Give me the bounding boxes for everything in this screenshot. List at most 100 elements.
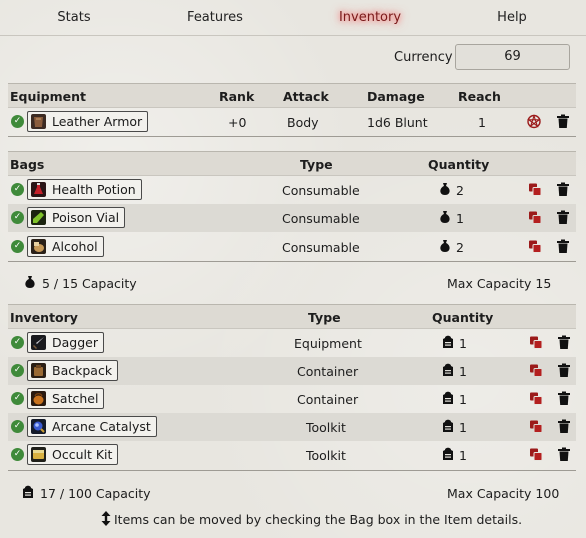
trash-icon[interactable] (556, 182, 570, 197)
trash-icon[interactable] (556, 210, 570, 225)
trash-icon[interactable] (556, 239, 570, 254)
copy-icon[interactable] (529, 363, 543, 378)
inventory-header-quantity: Quantity (432, 310, 494, 325)
trash-icon[interactable] (556, 114, 570, 129)
bag-row: ✓ Alcohol Consumable 2 (8, 233, 576, 261)
copy-icon[interactable] (528, 239, 542, 254)
dagger-icon (31, 335, 46, 350)
health-potion-icon (31, 182, 46, 197)
trash-icon[interactable] (557, 419, 571, 434)
item-type: Toolkit (306, 420, 346, 435)
equipped-check-icon[interactable]: ✓ (11, 115, 24, 128)
divider (8, 470, 576, 471)
divider (8, 136, 576, 137)
item-type: Container (297, 364, 359, 379)
inventory-header-name: Inventory (10, 310, 78, 325)
bags-header: Bags Type Quantity (8, 151, 576, 176)
equipped-check-icon[interactable]: ✓ (11, 240, 24, 253)
equipped-check-icon[interactable]: ✓ (11, 336, 24, 349)
trash-icon[interactable] (557, 391, 571, 406)
inventory-header-type: Type (308, 310, 341, 325)
bags-header-name: Bags (10, 157, 45, 172)
currency-label: Currency (394, 50, 453, 65)
trash-icon[interactable] (557, 335, 571, 350)
equipped-check-icon[interactable]: ✓ (11, 420, 24, 433)
equipment-row: ✓ Leather Armor +0 Body 1d6 Blunt 1 (8, 108, 576, 136)
item-type: Toolkit (306, 448, 346, 463)
item-poison-vial[interactable]: Poison Vial (27, 207, 126, 228)
item-backpack[interactable]: Backpack (27, 360, 119, 381)
backpack-icon (443, 419, 453, 432)
item-damage: 1d6 Blunt (367, 115, 428, 130)
item-leather-armor[interactable]: Leather Armor (27, 111, 149, 132)
equipped-check-icon[interactable]: ✓ (11, 448, 24, 461)
item-type: Consumable (282, 183, 360, 198)
tab-stats[interactable]: Stats (40, 9, 108, 27)
vertical-arrows-icon (101, 511, 111, 526)
tab-inventory[interactable]: Inventory (330, 9, 410, 27)
item-attack: Body (287, 115, 319, 130)
equipment-header-name: Equipment (10, 89, 86, 104)
bags-header-type: Type (300, 157, 333, 172)
inventory-capacity-text: 17 / 100 Capacity (40, 486, 151, 501)
pouch-icon (440, 183, 450, 195)
trash-icon[interactable] (557, 363, 571, 378)
equipment-header-damage: Damage (367, 89, 425, 104)
divider (8, 261, 576, 262)
backpack-item-icon (31, 363, 46, 378)
backpack-icon (443, 335, 453, 348)
equipped-check-icon[interactable]: ✓ (11, 211, 24, 224)
copy-icon[interactable] (529, 335, 543, 350)
item-name: Occult Kit (52, 447, 113, 462)
inventory-capacity: 17 / 100 Capacity (22, 485, 242, 501)
item-quantity: 1 (459, 364, 467, 379)
item-name: Alcohol (52, 239, 98, 254)
arcane-catalyst-icon (31, 419, 46, 434)
pentagram-icon[interactable] (527, 114, 541, 129)
item-quantity: 2 (456, 183, 464, 198)
item-quantity: 1 (459, 392, 467, 407)
item-type: Equipment (294, 336, 362, 351)
equipment-header-attack: Attack (283, 89, 329, 104)
item-arcane-catalyst[interactable]: Arcane Catalyst (27, 416, 157, 437)
copy-icon[interactable] (529, 419, 543, 434)
equipped-check-icon[interactable]: ✓ (11, 392, 24, 405)
copy-icon[interactable] (529, 447, 543, 462)
item-dagger[interactable]: Dagger (27, 332, 104, 353)
item-quantity: 1 (456, 211, 464, 226)
item-quantity: 2 (456, 240, 464, 255)
item-name: Poison Vial (52, 210, 120, 225)
item-type: Container (297, 392, 359, 407)
bag-row: ✓ Health Potion Consumable 2 (8, 176, 576, 204)
bag-row: ✓ Poison Vial Consumable 1 (8, 204, 576, 232)
item-satchel[interactable]: Satchel (27, 388, 105, 409)
tab-bar: Stats Features Inventory Help (0, 0, 586, 36)
backpack-icon (443, 391, 453, 404)
item-health-potion[interactable]: Health Potion (27, 179, 142, 200)
item-type: Consumable (282, 211, 360, 226)
backpack-icon (443, 447, 453, 460)
copy-icon[interactable] (528, 182, 542, 197)
bag-capacity: 5 / 15 Capacity (24, 275, 224, 291)
currency-input[interactable]: 69 (455, 44, 570, 70)
item-alcohol[interactable]: Alcohol (27, 236, 104, 257)
alcohol-icon (31, 239, 46, 254)
item-reach: 1 (478, 115, 486, 130)
tab-features[interactable]: Features (178, 9, 252, 27)
occult-kit-icon (31, 447, 46, 462)
poison-vial-icon (31, 210, 46, 225)
item-name: Arcane Catalyst (52, 419, 151, 434)
leather-armor-icon (31, 114, 46, 129)
item-name: Health Potion (52, 182, 136, 197)
trash-icon[interactable] (557, 447, 571, 462)
copy-icon[interactable] (528, 210, 542, 225)
inventory-row: ✓ Arcane Catalyst Toolkit 1 (8, 413, 576, 441)
pouch-icon (25, 276, 35, 288)
item-occult-kit[interactable]: Occult Kit (27, 444, 119, 465)
bags-header-quantity: Quantity (428, 157, 490, 172)
backpack-icon (23, 485, 33, 498)
equipped-check-icon[interactable]: ✓ (11, 183, 24, 196)
tab-help[interactable]: Help (488, 9, 536, 27)
copy-icon[interactable] (529, 391, 543, 406)
equipped-check-icon[interactable]: ✓ (11, 364, 24, 377)
